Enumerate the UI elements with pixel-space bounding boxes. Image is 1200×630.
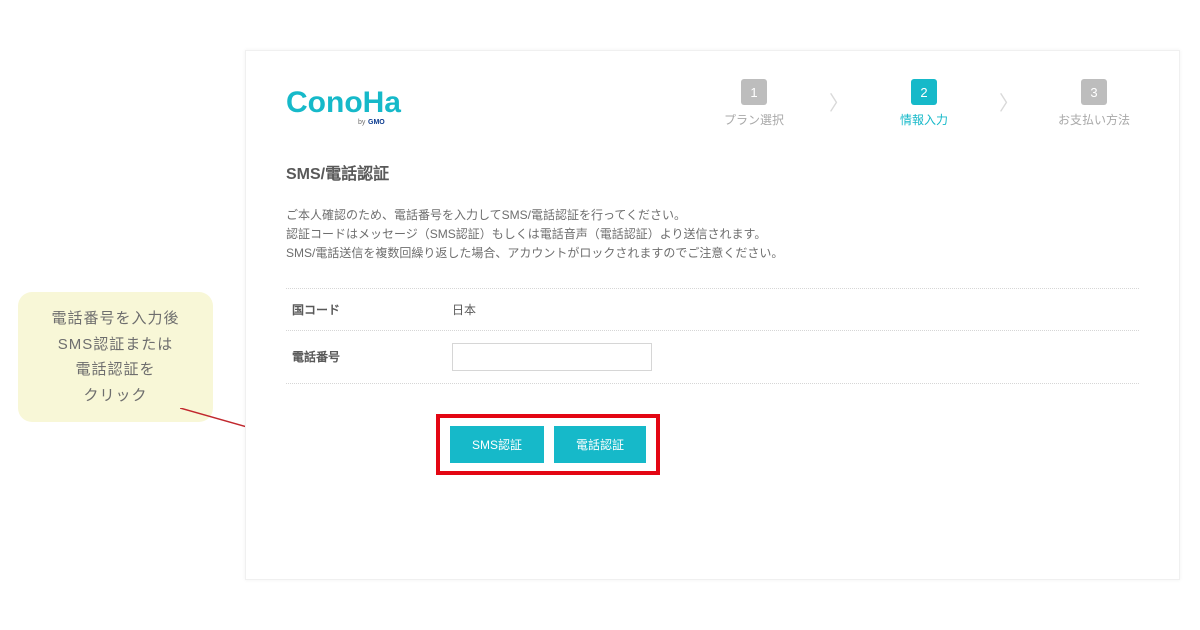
step-number: 3: [1081, 79, 1107, 105]
progress-stepper: 1 プラン選択 〉 2 情報入力 〉 3 お支払い方法: [709, 79, 1139, 128]
svg-text:GMO: GMO: [368, 119, 385, 126]
phone-row: 電話番号: [286, 331, 1139, 384]
section-description: ご本人確認のため、電話番号を入力してSMS/電話認証を行ってください。 認証コー…: [286, 206, 1139, 264]
step-number: 1: [741, 79, 767, 105]
callout-line: 電話番号を入力後: [51, 310, 179, 327]
step-info: 2 情報入力: [879, 79, 969, 128]
country-code-value: 日本: [452, 301, 476, 318]
callout-line: 電話認証を: [75, 361, 155, 378]
phone-auth-button[interactable]: 電話認証: [554, 426, 646, 463]
phone-label: 電話番号: [292, 348, 452, 365]
callout-line: クリック: [83, 387, 147, 404]
desc-line: ご本人確認のため、電話番号を入力してSMS/電話認証を行ってください。: [286, 208, 686, 222]
country-code-label: 国コード: [292, 301, 452, 318]
annotation-callout: 電話番号を入力後 SMS認証または 電話認証を クリック: [18, 292, 213, 422]
svg-text:by: by: [358, 119, 366, 126]
step-number: 2: [911, 79, 937, 105]
sms-auth-button[interactable]: SMS認証: [450, 426, 544, 463]
country-code-row: 国コード 日本: [286, 288, 1139, 331]
button-highlight-box: SMS認証 電話認証: [436, 414, 660, 475]
step-label: 情報入力: [900, 111, 948, 128]
signup-card: ConoHa by GMO 1 プラン選択 〉 2 情報入力 〉 3 お支払い方…: [245, 50, 1180, 580]
step-payment: 3 お支払い方法: [1049, 79, 1139, 128]
callout-line: SMS認証または: [58, 336, 174, 353]
chevron-right-icon: 〉: [999, 94, 1019, 114]
svg-text:ConoHa: ConoHa: [286, 86, 401, 119]
step-label: お支払い方法: [1058, 111, 1130, 128]
phone-input[interactable]: [452, 343, 652, 371]
desc-line: 認証コードはメッセージ（SMS認証）もしくは電話音声（電話認証）より送信されます…: [286, 227, 766, 241]
step-label: プラン選択: [724, 111, 784, 128]
step-plan: 1 プラン選択: [709, 79, 799, 128]
card-body: SMS/電話認証 ご本人確認のため、電話番号を入力してSMS/電話認証を行ってく…: [246, 140, 1179, 515]
brand-logo: ConoHa by GMO: [286, 82, 426, 126]
chevron-right-icon: 〉: [829, 94, 849, 114]
card-header: ConoHa by GMO 1 プラン選択 〉 2 情報入力 〉 3 お支払い方…: [246, 51, 1179, 140]
section-title: SMS/電話認証: [286, 160, 1139, 184]
desc-line: SMS/電話送信を複数回繰り返した場合、アカウントがロックされますのでご注意くだ…: [286, 246, 783, 260]
